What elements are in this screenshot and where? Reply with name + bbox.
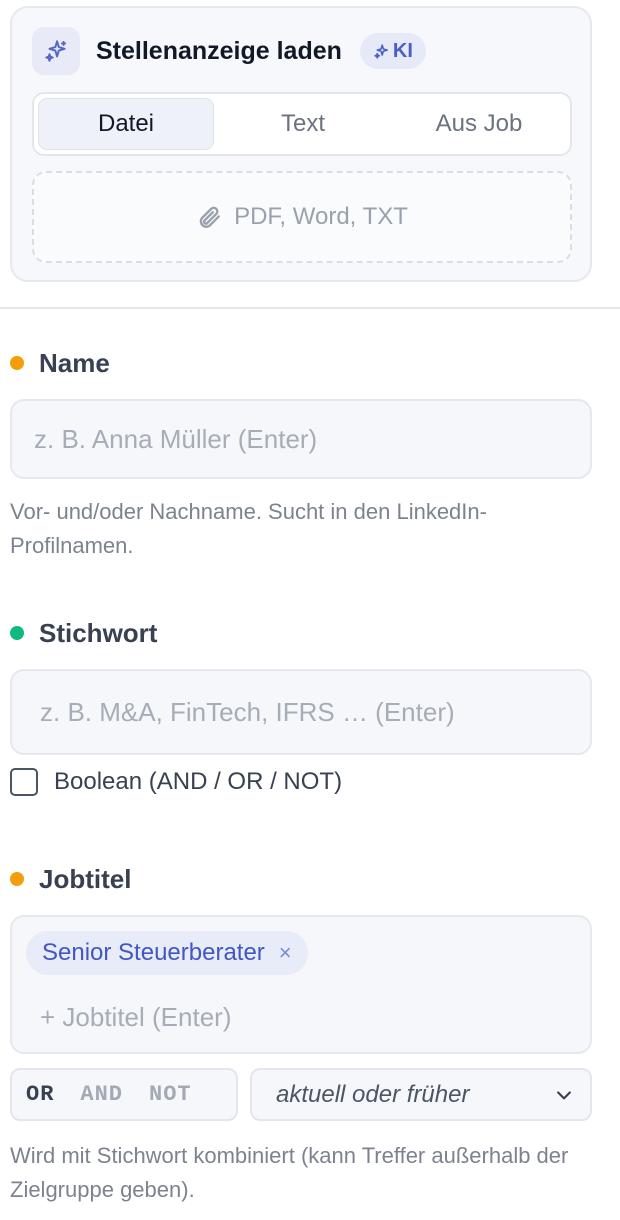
job-ad-loader-card: Stellenanzeige laden KI Datei Text Aus J…	[10, 6, 592, 282]
keyword-status-dot	[10, 626, 24, 640]
keyword-label-text: Stichwort	[39, 617, 158, 648]
tab-aus-job[interactable]: Aus Job	[392, 98, 566, 150]
paperclip-icon	[199, 206, 221, 228]
jobtitle-hint: Wird mit Stichwort kombiniert (kann Tref…	[10, 1143, 569, 1202]
jobtitle-status-dot	[10, 872, 24, 886]
name-hint: Vor- und/oder Nachname. Sucht in den Lin…	[10, 499, 487, 558]
boolean-toggle[interactable]: Boolean (AND / OR / NOT)	[10, 765, 342, 799]
logic-or-button[interactable]: OR	[20, 1076, 60, 1113]
name-input[interactable]	[10, 399, 592, 479]
keyword-input[interactable]	[10, 669, 592, 755]
jobtitle-label: Jobtitel	[10, 862, 131, 896]
logic-and-button[interactable]: AND	[74, 1076, 129, 1113]
job-ad-loader-title: Stellenanzeige laden	[96, 36, 342, 65]
close-icon[interactable]: ×	[279, 940, 292, 966]
chevron-down-icon	[557, 1090, 571, 1099]
jobtitle-label-text: Jobtitel	[39, 863, 132, 894]
name-label: Name	[10, 346, 110, 380]
jobtitle-logic-toggle: OR AND NOT	[10, 1068, 238, 1121]
boolean-label: Boolean (AND / OR / NOT)	[54, 768, 343, 795]
tab-datei[interactable]: Datei	[38, 98, 214, 150]
tab-text[interactable]: Text	[216, 98, 390, 150]
keyword-label: Stichwort	[10, 616, 157, 650]
jobtitle-chip: Senior Steuerberater ×	[26, 931, 308, 975]
dropzone-label: PDF, Word, TXT	[234, 203, 408, 230]
jobtitle-input[interactable]	[40, 997, 560, 1037]
section-divider	[0, 307, 620, 309]
source-tabs: Datei Text Aus Job	[32, 92, 572, 156]
file-dropzone[interactable]: PDF, Word, TXT	[32, 171, 572, 263]
name-status-dot	[10, 356, 24, 370]
timeframe-select[interactable]: aktuell oder früher	[250, 1068, 592, 1121]
name-label-text: Name	[39, 347, 110, 378]
jobtitle-tag-input-box[interactable]: Senior Steuerberater ×	[10, 915, 592, 1054]
jobtitle-chip-label: Senior Steuerberater	[42, 939, 265, 966]
logic-not-button[interactable]: NOT	[143, 1076, 198, 1113]
ai-badge: KI	[359, 33, 426, 69]
sparkles-badge-icon	[374, 43, 388, 59]
job-ad-loader-header: Stellenanzeige laden KI	[32, 26, 426, 76]
timeframe-value: aktuell oder früher	[276, 1080, 470, 1108]
boolean-checkbox[interactable]	[10, 768, 38, 796]
ai-badge-label: KI	[392, 39, 413, 62]
sparkles-icon	[32, 27, 80, 75]
